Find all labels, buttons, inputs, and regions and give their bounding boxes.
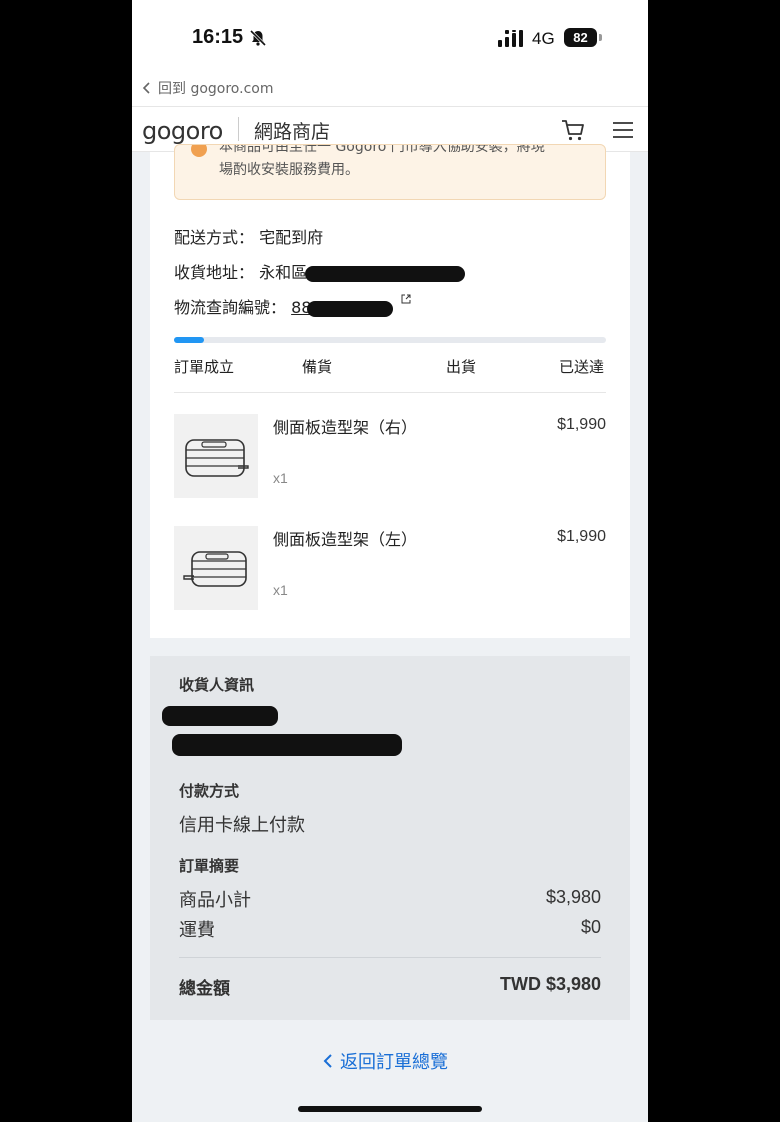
shipping-address-label: 收貨地址：: [174, 263, 255, 282]
cart-icon[interactable]: [560, 118, 586, 142]
step-shipped: 出貨: [446, 358, 477, 376]
subtotal-label: 商品小計: [179, 890, 251, 911]
notice-text-line1: 本商品可由至任一 Gogoro 門市導入協助安裝，將現: [219, 144, 545, 155]
return-link-label: 返回訂單總覽: [340, 1052, 448, 1073]
payment-method-value: 信用卡線上付款: [179, 815, 305, 836]
tracking-number-label: 物流查詢編號：: [174, 298, 287, 317]
total-label: 總金額: [179, 979, 230, 999]
back-link-label: 回到 gogoro.com: [158, 81, 274, 97]
info-icon: [191, 145, 207, 157]
redacted-address: [305, 265, 466, 282]
shipping-address-row: 收貨地址： 永和區: [174, 259, 466, 283]
shipping-address-value: 永和區: [259, 263, 308, 282]
recipient-heading: 收貨人資訊: [179, 676, 255, 694]
product-name[interactable]: 側面板造型架（右）: [273, 414, 417, 438]
signal-icon: [498, 30, 523, 47]
product-quantity: x1: [273, 470, 288, 486]
redacted-recipient-name: [162, 706, 278, 726]
gogoro-logo[interactable]: gogoro: [142, 117, 223, 145]
chevron-left-icon: [323, 1054, 332, 1068]
product-price: $1,990: [557, 528, 606, 545]
menu-icon[interactable]: [612, 120, 634, 140]
header-divider: [238, 117, 239, 141]
product-image: [174, 526, 258, 610]
product-name[interactable]: 側面板造型架（左）: [273, 526, 417, 550]
chevron-left-icon: [142, 82, 150, 94]
store-name[interactable]: 網路商店: [254, 117, 330, 144]
step-order-created: 訂單成立: [174, 358, 235, 376]
rack-left-image: [183, 551, 247, 587]
phone-screen: 16:15 4G 82 回到 gogoro.com gogoro 網路商店 本商…: [132, 0, 648, 1122]
installation-notice: 本商品可由至任一 Gogoro 門市導入協助安裝，將現 場酌收安裝服務費用。: [174, 144, 606, 200]
delivery-method-value: 宅配到府: [259, 228, 324, 247]
bell-slash-icon: [249, 29, 267, 47]
order-item: 側面板造型架（右） $1,990 x1: [174, 414, 606, 500]
order-summary-panel: 收貨人資訊 付款方式 信用卡線上付款 訂單摘要 商品小計 $3,980 運費 $…: [150, 656, 630, 1020]
status-time: 16:15: [192, 26, 244, 48]
shipping-fee-value: $0: [580, 917, 601, 937]
home-indicator[interactable]: [298, 1106, 482, 1112]
total-value: TWD $3,980: [499, 974, 601, 994]
redacted-tracking: [307, 300, 394, 317]
status-bar: 16:15 4G 82: [132, 0, 648, 72]
steps-divider: [174, 392, 606, 393]
summary-divider: [179, 957, 601, 958]
external-link-icon[interactable]: [401, 294, 411, 304]
delivery-progress-bar: [174, 337, 606, 343]
delivery-method-label: 配送方式：: [174, 228, 255, 247]
step-delivered: 已送達: [559, 358, 605, 376]
back-to-gogoro-link[interactable]: 回到 gogoro.com: [142, 78, 273, 98]
step-preparing: 備貨: [302, 358, 333, 376]
battery-tip: [599, 34, 602, 41]
payment-heading: 付款方式: [179, 782, 240, 800]
return-to-orders-link[interactable]: 返回訂單總覽: [322, 1048, 448, 1074]
delivery-method-row: 配送方式： 宅配到府: [174, 224, 323, 248]
network-type: 4G: [532, 29, 555, 48]
product-price: $1,990: [557, 416, 606, 433]
battery-icon: 82: [564, 28, 602, 47]
tracking-number-row: 物流查詢編號： 88: [174, 294, 411, 318]
notice-text-line2: 場酌收安裝服務費用。: [219, 162, 359, 178]
order-detail-card: 本商品可由至任一 Gogoro 門市導入協助安裝，將現 場酌收安裝服務費用。 配…: [150, 144, 630, 638]
rack-right-image: [185, 439, 249, 477]
product-quantity: x1: [273, 582, 288, 598]
delivery-progress-fill: [174, 337, 205, 343]
redacted-recipient-contact: [172, 734, 402, 756]
product-image: [174, 414, 258, 498]
battery-level: 82: [564, 28, 597, 47]
order-item: 側面板造型架（左） $1,990 x1: [174, 526, 606, 612]
back-bar: 回到 gogoro.com: [132, 72, 648, 106]
subtotal-value: $3,980: [545, 887, 601, 907]
shipping-fee-label: 運費: [179, 920, 215, 941]
order-summary-heading: 訂單摘要: [179, 857, 240, 875]
